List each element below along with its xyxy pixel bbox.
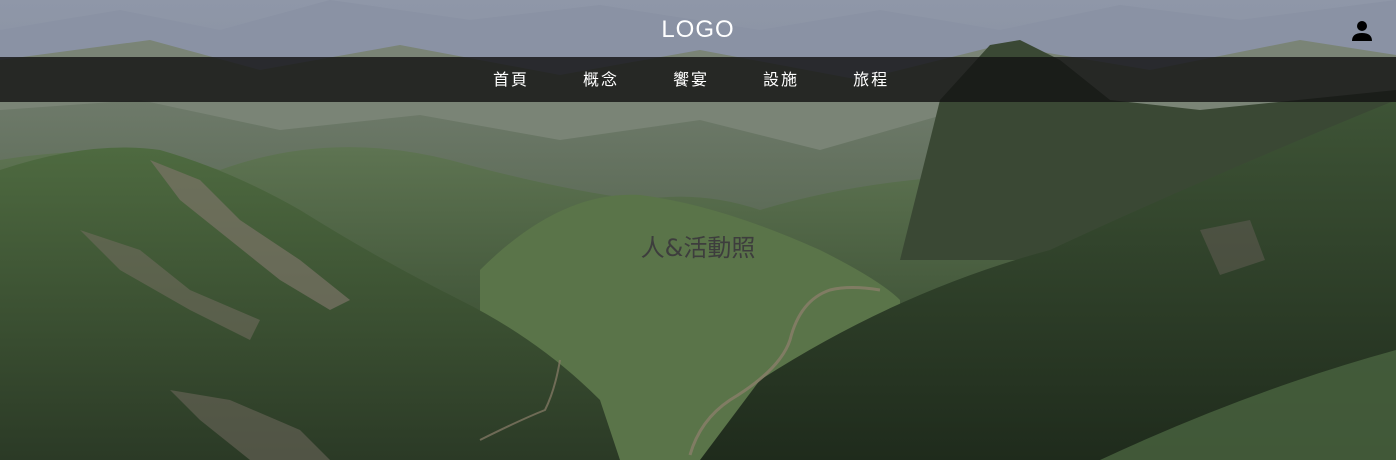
hero-caption: 人&活動照	[640, 234, 756, 262]
main-nav: 首頁 概念 饗宴 設施 旅程	[0, 57, 1396, 102]
nav-item-concept[interactable]: 概念	[583, 57, 619, 102]
nav-item-facilities[interactable]: 設施	[763, 57, 799, 102]
top-header: LOGO	[0, 0, 1396, 56]
site-logo[interactable]: LOGO	[0, 16, 1396, 44]
nav-item-home[interactable]: 首頁	[493, 57, 529, 102]
nav-list: 首頁 概念 饗宴 設施 旅程	[493, 57, 943, 102]
nav-item-feast[interactable]: 饗宴	[673, 57, 709, 102]
nav-item-journey[interactable]: 旅程	[853, 57, 889, 102]
user-icon[interactable]	[1350, 18, 1374, 42]
